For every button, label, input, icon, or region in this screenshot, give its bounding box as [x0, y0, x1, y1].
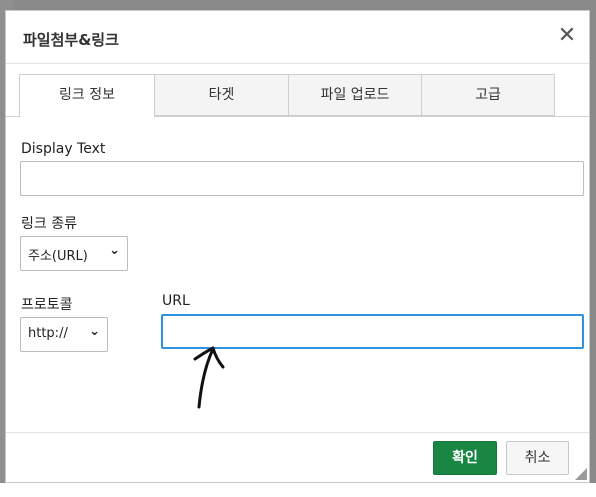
- tab-target[interactable]: 타겟: [154, 74, 289, 116]
- dialog-footer: 확인 취소: [6, 432, 589, 482]
- background-page-bottom: [0, 483, 596, 497]
- tab-advanced[interactable]: 고급: [421, 74, 555, 116]
- protocol-label: 프로토콜: [21, 297, 73, 313]
- ok-button[interactable]: 확인: [433, 441, 497, 475]
- protocol-select[interactable]: http:// ⌄: [20, 317, 108, 352]
- tab-file-upload[interactable]: 파일 업로드: [288, 74, 422, 116]
- dialog-title-bar[interactable]: 파일첨부&링크 ✕: [6, 11, 589, 64]
- url-label: URL: [162, 293, 190, 309]
- protocol-value: http://: [28, 326, 68, 341]
- chevron-down-icon: ⌄: [109, 243, 120, 258]
- display-text-input[interactable]: [20, 161, 584, 196]
- dialog-title: 파일첨부&링크: [23, 31, 119, 49]
- chevron-down-icon: ⌄: [89, 324, 100, 339]
- link-type-value: 주소(URL): [28, 249, 88, 264]
- tab-link-info[interactable]: 링크 정보: [19, 74, 155, 118]
- link-type-select[interactable]: 주소(URL) ⌄: [20, 236, 128, 271]
- display-text-label: Display Text: [21, 141, 106, 157]
- resize-handle-icon[interactable]: [575, 468, 587, 480]
- cancel-button[interactable]: 취소: [506, 441, 569, 475]
- hand-drawn-arrow-annotation: [193, 346, 225, 409]
- link-type-label: 링크 종류: [21, 216, 77, 232]
- close-icon[interactable]: ✕: [556, 25, 578, 47]
- link-dialog: 파일첨부&링크 ✕ 링크 정보 타겟 파일 업로드 고급 Display Tex…: [5, 10, 590, 483]
